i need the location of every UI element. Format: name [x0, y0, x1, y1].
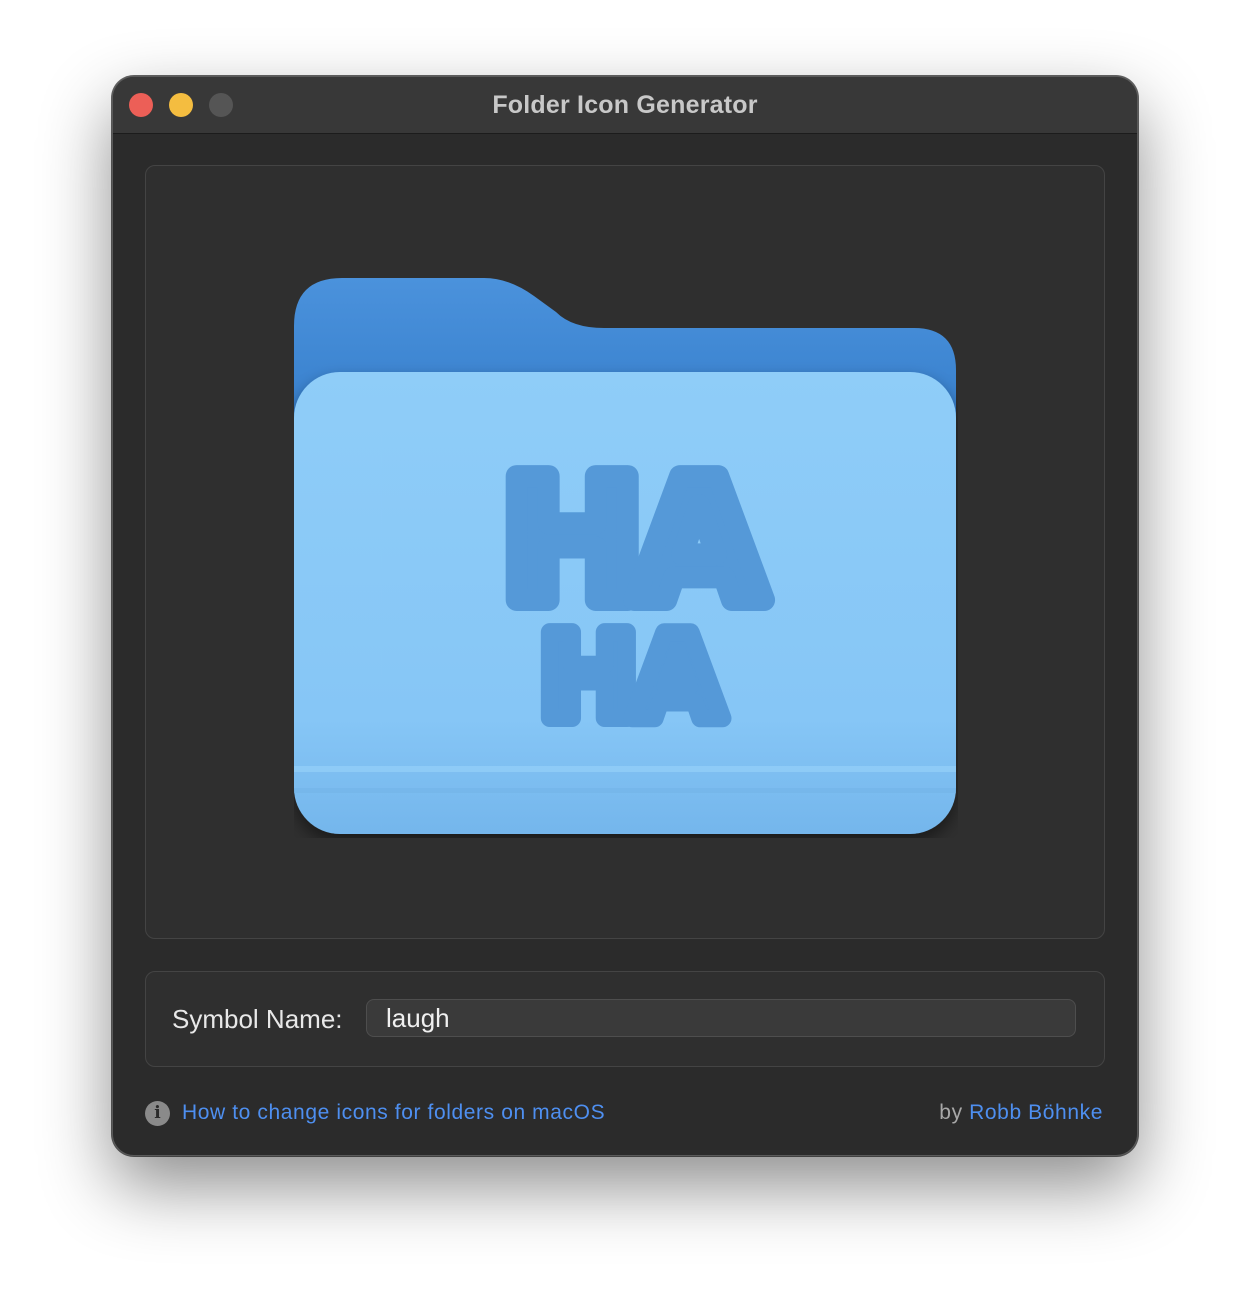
title-bar[interactable]: Folder Icon Generator [113, 77, 1137, 134]
credit-by-text: by [939, 1101, 963, 1124]
info-circle-icon: i [145, 1101, 170, 1126]
folder-preview-panel: HA HA [145, 165, 1105, 939]
footer: i How to change icons for folders on mac… [145, 1099, 1103, 1129]
app-window: Folder Icon Generator HA HA Symbol Name:… [112, 76, 1138, 1156]
credit: by Robb Böhnke [939, 1101, 1103, 1125]
help-link[interactable]: How to change icons for folders on macOS [182, 1101, 605, 1125]
symbol-name-group: Symbol Name: [145, 971, 1105, 1067]
symbol-name-input[interactable] [366, 999, 1076, 1037]
symbol-text-line-2: HA [539, 608, 723, 746]
author-link[interactable]: Robb Böhnke [969, 1101, 1103, 1124]
folder-icon: HA HA [294, 278, 956, 834]
symbol-name-label: Symbol Name: [172, 1004, 343, 1034]
window-title: Folder Icon Generator [492, 91, 758, 119]
